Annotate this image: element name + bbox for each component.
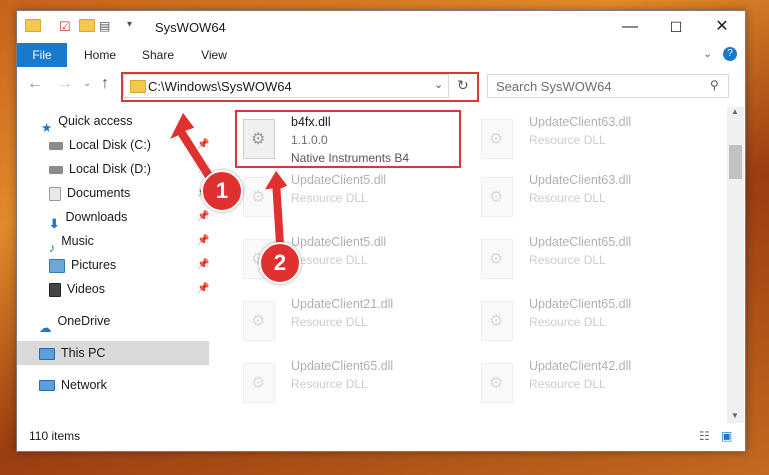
- arrow-2: [263, 169, 289, 253]
- step-1-badge: 1: [201, 170, 243, 212]
- annotation-arrows: [167, 111, 289, 253]
- step-2-badge: 2: [259, 242, 301, 284]
